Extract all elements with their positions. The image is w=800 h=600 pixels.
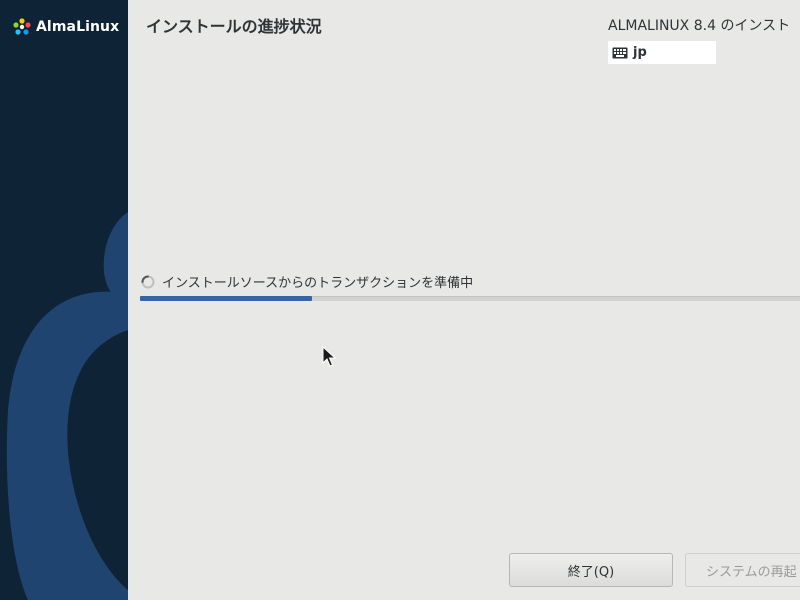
main-panel: インストールの進捗状況 ALMALINUX 8.4 のインスト jp インストー… (128, 0, 800, 600)
install-progress-bar (140, 296, 800, 301)
reboot-system-button[interactable]: システムの再起 (685, 553, 800, 587)
progress-status-text: インストールソースからのトランザクションを準備中 (162, 276, 474, 291)
keyboard-layout-indicator[interactable]: jp (608, 41, 716, 64)
keyboard-layout-label: jp (633, 45, 647, 60)
almalinux-logo-icon (13, 18, 31, 35)
install-progress-fill (140, 296, 312, 301)
sidebar: AlmaLinux (0, 0, 128, 600)
spinner-icon (141, 275, 155, 288)
mouse-pointer-icon (322, 346, 336, 367)
sidebar-background-art (6, 212, 128, 600)
sidebar-leaf-shape (6, 291, 128, 600)
logo: AlmaLinux (12, 17, 119, 37)
logo-text: AlmaLinux (36, 19, 120, 35)
quit-button[interactable]: 終了(Q) (509, 553, 673, 587)
progress-status: インストールソースからのトランザクションを準備中 (140, 272, 473, 291)
product-title: ALMALINUX 8.4 のインスト (608, 18, 791, 34)
keyboard-icon (612, 47, 628, 58)
page-title: インストールの進捗状況 (146, 17, 322, 36)
